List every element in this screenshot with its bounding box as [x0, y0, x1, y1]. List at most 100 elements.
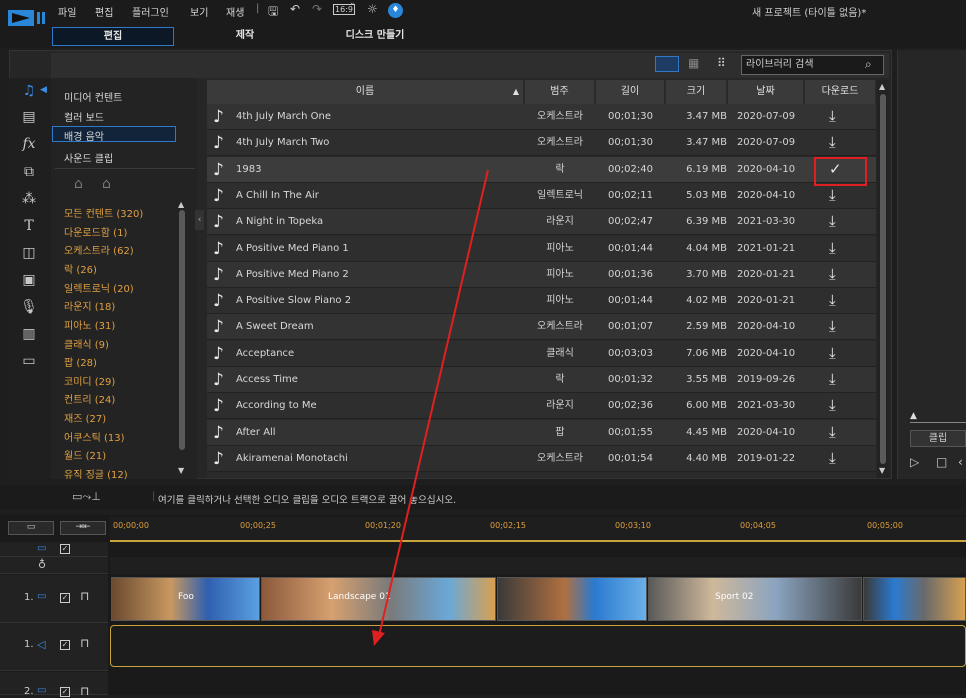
table-row[interactable]: ♪ A Positive Slow Piano 2 피아노 00;01;44 4.02 … — [207, 288, 876, 315]
library-search-input[interactable]: 라이브러리 검색 — [741, 55, 884, 75]
category-item[interactable]: 팝 (28) — [64, 354, 97, 369]
category-item[interactable]: 컨트리 (24) — [64, 391, 115, 406]
media-room-icon[interactable]: ♫ — [20, 82, 38, 100]
category-item[interactable]: 오케스트라 (62) — [64, 242, 134, 257]
category-item[interactable]: 피아노 (31) — [64, 317, 115, 332]
table-row[interactable]: ♪ Access Time 락 00;01;32 3.55 MB 2019-09-26 ⤓ — [207, 367, 876, 393]
download-icon[interactable]: ⤓ — [829, 107, 836, 125]
lock-icon[interactable]: ⊓ — [80, 589, 89, 603]
track-enable-checkbox[interactable]: ✓ — [60, 687, 70, 697]
menu-play[interactable]: 재생 — [226, 4, 244, 19]
particle-room-icon[interactable]: ⁂ — [20, 190, 38, 208]
audio-mix-room-icon[interactable]: ▣ — [20, 271, 38, 289]
table-row[interactable]: ♪ 4th July March One 오케스트라 00;01;30 3.47 MB 2… — [207, 104, 876, 130]
download-icon[interactable]: ⤓ — [829, 186, 836, 204]
menu-file[interactable]: 파일 — [58, 4, 76, 19]
table-row[interactable]: ♪ After All 팝 00;01;55 4.45 MB 2020-04-10 ⤓ — [207, 419, 876, 446]
track-manager-button[interactable]: ▭ — [8, 521, 54, 535]
category-color-board[interactable]: 컬러 보드 — [64, 109, 104, 124]
play-icon[interactable]: ▷ — [910, 455, 919, 469]
redo-icon[interactable]: ↷ — [312, 2, 322, 16]
clip-mode-button[interactable]: 클립 — [910, 430, 966, 447]
download-icon[interactable]: ⤓ — [829, 370, 836, 388]
track-enable-checkbox[interactable]: ✓ — [60, 640, 70, 650]
notification-icon[interactable]: ♦ — [388, 3, 403, 18]
table-row[interactable]: ♪ A Positive Med Piano 2 피아노 00;01;36 3.70 M… — [207, 261, 876, 288]
scrollbar-thumb[interactable] — [880, 94, 886, 464]
template-room-icon[interactable]: ▤ — [20, 108, 38, 126]
chevron-down-icon[interactable]: ˅ — [350, 3, 355, 13]
tab-produce[interactable]: 제작 — [190, 27, 300, 46]
marker-icon[interactable]: ♁ — [38, 558, 46, 571]
category-media-content[interactable]: 미디어 컨텐트 — [64, 89, 122, 104]
table-row[interactable]: ♪ A Sweet Dream 오케스트라 00;01;07 2.59 MB 2020-0… — [207, 314, 876, 341]
prev-icon[interactable]: ‹ — [958, 455, 963, 469]
scroll-up-icon[interactable]: ▲ — [879, 82, 885, 91]
remove-tag-icon[interactable]: ⌂ — [102, 176, 111, 192]
download-icon[interactable]: ⤓ — [829, 133, 836, 151]
save-icon[interactable]: 🖫 — [268, 2, 278, 23]
category-item[interactable]: 코미디 (29) — [64, 373, 115, 388]
download-icon[interactable]: ⤓ — [829, 344, 836, 362]
column-header-size[interactable]: 크기 — [666, 80, 727, 104]
category-scrollbar[interactable] — [179, 210, 185, 450]
timeline-ruler[interactable] — [110, 517, 966, 541]
category-item[interactable]: 다운로드함 (1) — [64, 224, 127, 239]
fit-timeline-button[interactable]: ⇥⇤ — [60, 521, 106, 535]
grid-view-icon[interactable]: ⠿ — [717, 56, 726, 70]
search-icon[interactable]: ⌕ — [865, 57, 872, 72]
table-row[interactable]: ♪ According to Me 라운지 00;02;36 6.00 MB 2021-0… — [207, 393, 876, 420]
video-clip[interactable] — [497, 577, 647, 621]
download-icon[interactable]: ⤓ — [829, 423, 836, 441]
category-item[interactable]: 라운지 (18) — [64, 298, 115, 313]
audio-track-drop-area[interactable] — [110, 625, 966, 667]
menu-view[interactable]: 보기 — [190, 4, 208, 19]
collapse-panel-button[interactable]: ‹ — [195, 210, 204, 230]
column-header-category[interactable]: 범주 — [525, 80, 595, 104]
download-icon[interactable]: ⤓ — [829, 239, 836, 257]
transition-room-icon[interactable]: ◫ — [20, 244, 38, 262]
lock-icon[interactable]: ⊓ — [80, 636, 89, 650]
lock-icon[interactable]: ⊓ — [80, 684, 89, 698]
storyboard-toggle-icon[interactable]: ▭⤳⊥ — [72, 490, 101, 504]
video-clip[interactable] — [863, 577, 966, 621]
stop-icon[interactable]: □ — [936, 455, 947, 469]
table-row[interactable]: ♪ A Positive Med Piano 1 피아노 00;01;44 4.04 M… — [207, 235, 876, 262]
download-icon[interactable]: ⤓ — [829, 265, 836, 283]
table-row[interactable]: ♪ 1983 락 00;02;40 6.19 MB 2020-04-10 ✓ — [207, 156, 876, 183]
table-row[interactable]: ♪ A Night in Topeka 라운지 00;02;47 6.39 MB 2021… — [207, 209, 876, 236]
category-item[interactable]: 클래식 (9) — [64, 336, 109, 351]
preview-slider[interactable] — [910, 422, 966, 423]
scroll-down-icon[interactable]: ▼ — [879, 466, 885, 475]
category-item[interactable]: 어쿠스틱 (13) — [64, 429, 125, 444]
column-header-name[interactable]: 이름 ▲ — [207, 80, 524, 104]
category-item[interactable]: 재즈 (27) — [64, 410, 106, 425]
download-icon[interactable]: ⤓ — [829, 291, 836, 309]
chapter-room-icon[interactable]: ▥ — [20, 325, 38, 343]
category-item[interactable]: 락 (26) — [64, 261, 97, 276]
track-enable-checkbox[interactable]: ✓ — [60, 593, 70, 603]
tab-create-disc[interactable]: 디스크 만들기 — [320, 27, 430, 46]
table-row[interactable]: ♪ A Chill In The Air 일렉트로닉 00;02;11 5.03 MB 2… — [207, 182, 876, 209]
scroll-up-icon[interactable]: ▲ — [178, 200, 184, 209]
download-icon[interactable]: ⤓ — [829, 212, 836, 230]
category-item[interactable]: 유직 징글 (12) — [64, 466, 128, 481]
subtitle-room-icon[interactable]: ▭ — [20, 352, 38, 370]
video-clip[interactable]: Landscape 01 — [261, 577, 496, 621]
category-background-music[interactable]: 배경 음악 — [64, 128, 104, 143]
pip-room-icon[interactable]: ⧉ — [20, 163, 38, 181]
video-clip[interactable]: Sport 02 — [648, 577, 862, 621]
downloaded-check-icon[interactable]: ✓ — [829, 160, 842, 178]
settings-icon[interactable]: ☼ — [367, 2, 378, 16]
tab-edit[interactable]: 편집 — [52, 27, 174, 46]
undo-icon[interactable]: ↶ — [290, 2, 300, 16]
table-row[interactable]: ♪ Akiramenai Monotachi 오케스트라 00;01;54 4.40 M… — [207, 445, 876, 472]
menu-edit[interactable]: 편집 — [95, 4, 113, 19]
category-item[interactable]: 일렉트로닉 (20) — [64, 280, 134, 295]
details-view-icon[interactable] — [655, 56, 679, 72]
column-header-length[interactable]: 길이 — [596, 80, 665, 104]
category-sound-clips[interactable]: 사운드 클립 — [64, 150, 113, 165]
fx-room-icon[interactable]: fx — [20, 135, 38, 153]
menu-plugin[interactable]: 플러그인 — [132, 4, 169, 19]
download-icon[interactable]: ⤓ — [829, 449, 836, 467]
